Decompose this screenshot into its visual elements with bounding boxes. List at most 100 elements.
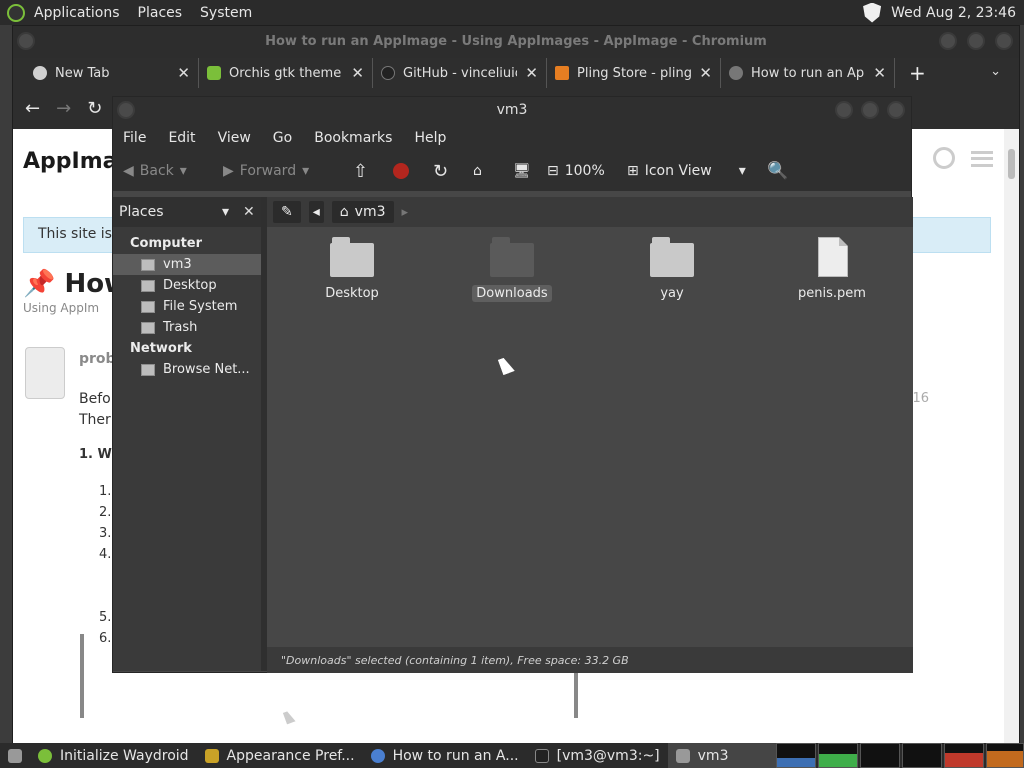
sidebar-section-computer: Computer: [130, 236, 203, 251]
tab-label: Pling Store - pling.: [577, 65, 692, 81]
list-item: 1.: [99, 484, 112, 499]
github-icon: [381, 66, 395, 80]
sidebar-item-desktop[interactable]: Desktop: [113, 275, 261, 296]
memory-monitor-icon: [818, 743, 858, 768]
tab-new-tab[interactable]: New Tab ✕: [25, 58, 199, 88]
hamburger-menu-icon[interactable]: [971, 151, 993, 167]
tab-how-to-run[interactable]: How to run an App ✕: [721, 58, 895, 88]
list-item: 2.: [99, 505, 112, 520]
stop-button[interactable]: [393, 163, 433, 179]
task-label: Initialize Waydroid: [60, 747, 189, 764]
maximize-button[interactable]: [967, 32, 985, 50]
tab-pling-store[interactable]: Pling Store - pling. ✕: [547, 58, 721, 88]
close-icon[interactable]: ✕: [873, 64, 886, 82]
avatar[interactable]: [25, 347, 65, 399]
path-segment-label: vm3: [354, 204, 386, 220]
zoom-control[interactable]: ⊟ 100%: [547, 163, 627, 179]
system-monitors[interactable]: [776, 743, 1024, 768]
close-window-button[interactable]: [995, 32, 1013, 50]
list-item: 3.: [99, 526, 112, 541]
close-icon[interactable]: ✕: [243, 204, 255, 220]
menu-help[interactable]: Help: [414, 130, 446, 146]
back-button[interactable]: ◀ Back ▾: [123, 163, 223, 179]
close-icon[interactable]: ✕: [177, 64, 190, 82]
sidebar-item-file-system[interactable]: File System: [113, 296, 261, 317]
task-label: [vm3@vm3:~]: [556, 747, 660, 764]
sidebar-item-label: Trash: [163, 320, 198, 335]
sidebar-item-browse-network[interactable]: Browse Net...: [113, 359, 261, 380]
file-item-downloads[interactable]: Downloads: [457, 237, 567, 302]
path-right-arrow-icon[interactable]: ▸: [402, 205, 409, 220]
menu-bookmarks[interactable]: Bookmarks: [314, 130, 392, 146]
minimize-button[interactable]: [939, 32, 957, 50]
forward-arrow-icon[interactable]: →: [56, 98, 71, 119]
up-arrow-icon[interactable]: ⇧: [353, 161, 393, 182]
sidebar-item-trash[interactable]: Trash: [113, 317, 261, 338]
tab-orchis[interactable]: Orchis gtk theme - ✕: [199, 58, 373, 88]
menu-applications[interactable]: Applications: [34, 5, 120, 21]
reload-icon[interactable]: ↻: [87, 98, 102, 119]
search-icon[interactable]: [933, 147, 955, 169]
file-name: penis.pem: [798, 286, 866, 301]
show-desktop-button[interactable]: [0, 743, 30, 768]
scrollbar-thumb[interactable]: [1008, 149, 1015, 179]
close-window-button[interactable]: [887, 101, 905, 119]
view-mode-select[interactable]: ⊞ Icon View ▾: [627, 163, 767, 179]
menu-go[interactable]: Go: [273, 130, 292, 146]
minimize-button[interactable]: [835, 101, 853, 119]
waydroid-icon: [38, 748, 52, 763]
breadcrumb[interactable]: Using AppIm: [23, 301, 99, 315]
page-scrollbar[interactable]: [1004, 129, 1019, 743]
home-folder-icon: [675, 748, 690, 763]
sidebar-selector[interactable]: Places ▾ ✕: [113, 197, 265, 227]
zoom-in-icon[interactable]: ⊞: [627, 163, 639, 179]
terminal-icon: [534, 748, 549, 763]
window-menu-button[interactable]: [17, 32, 35, 50]
reload-icon[interactable]: ↻: [433, 161, 473, 182]
menu-places[interactable]: Places: [138, 5, 183, 21]
tab-github[interactable]: GitHub - vinceliuice ✕: [373, 58, 547, 88]
close-icon[interactable]: ✕: [699, 64, 712, 82]
sidebar-item-vm3[interactable]: vm3: [113, 254, 261, 275]
fm-toolbar: ◀ Back ▾ ▶ Forward ▾ ⇧ ↻ ⌂ 🖥 ⊟ 100% ⊞ Ic…: [113, 151, 911, 191]
path-segment-vm3[interactable]: ⌂ vm3: [331, 201, 394, 223]
menu-system[interactable]: System: [200, 5, 252, 21]
chrome-icon: [33, 66, 47, 80]
edit-location-button[interactable]: ✎: [273, 201, 301, 223]
swap-monitor-icon: [902, 743, 942, 768]
task-chromium[interactable]: How to run an A...: [363, 743, 527, 768]
post-date: 16: [912, 391, 929, 406]
distro-logo-icon[interactable]: [7, 3, 25, 22]
list-item: 5.: [99, 610, 112, 625]
back-arrow-icon: ◀: [123, 163, 134, 179]
task-waydroid[interactable]: Initialize Waydroid: [30, 743, 197, 768]
author-name[interactable]: prob: [79, 351, 116, 367]
close-icon[interactable]: ✕: [351, 64, 364, 82]
menu-edit[interactable]: Edit: [168, 130, 195, 146]
file-item-desktop[interactable]: Desktop: [297, 237, 407, 302]
back-arrow-icon[interactable]: ←: [25, 98, 40, 119]
path-left-arrow-icon[interactable]: ◂: [308, 201, 324, 223]
task-terminal[interactable]: [vm3@vm3:~]: [527, 743, 668, 768]
new-tab-plus-icon[interactable]: +: [909, 61, 926, 85]
home-icon[interactable]: ⌂: [473, 163, 513, 179]
zoom-out-icon[interactable]: ⊟: [547, 163, 559, 179]
shield-icon[interactable]: [863, 2, 882, 23]
forward-button[interactable]: ▶ Forward ▾: [223, 163, 353, 179]
menu-view[interactable]: View: [218, 130, 251, 146]
menu-file[interactable]: File: [123, 130, 146, 146]
desktop-icon: [8, 748, 22, 763]
window-menu-button[interactable]: [117, 101, 135, 119]
tab-strip: New Tab ✕ Orchis gtk theme - ✕ GitHub - …: [13, 58, 1019, 88]
task-appearance[interactable]: Appearance Pref...: [197, 743, 363, 768]
pling-icon: [207, 66, 221, 80]
computer-icon[interactable]: 🖥: [513, 163, 547, 179]
clock[interactable]: Wed Aug 2, 23:46: [891, 5, 1016, 21]
file-item-yay[interactable]: yay: [617, 237, 727, 302]
file-item-pem[interactable]: penis.pem: [777, 237, 887, 302]
maximize-button[interactable]: [861, 101, 879, 119]
close-icon[interactable]: ✕: [525, 64, 538, 82]
path-bar: ✎ ◂ ⌂ vm3 ▸: [267, 197, 913, 227]
tab-search-chevron-icon[interactable]: ⌄: [990, 64, 1001, 79]
search-icon[interactable]: 🔍: [767, 161, 788, 181]
